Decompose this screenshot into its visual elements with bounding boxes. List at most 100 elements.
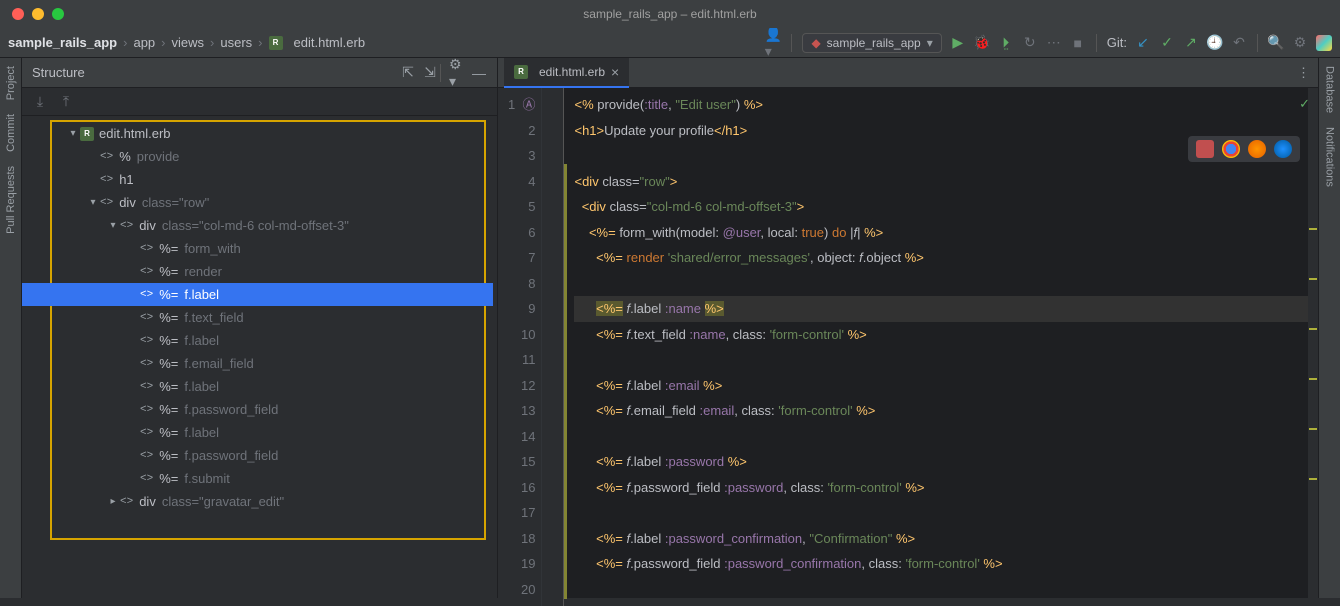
git-label: Git: [1107, 35, 1127, 50]
code-content[interactable]: <% provide(:title, "Edit user") %><h1>Up… [564, 88, 1318, 606]
tab-edit-html-erb[interactable]: edit.html.erb × [504, 58, 629, 88]
line-number-gutter[interactable]: 1 Ⓐ234567891011121314151617181920 [498, 88, 542, 606]
structure-node[interactable]: <>%provide [22, 145, 493, 168]
panel-settings-icon[interactable]: ⚙ ▾ [449, 65, 465, 81]
breadcrumb-item[interactable]: app [133, 35, 155, 50]
structure-tree[interactable]: ▾edit.html.erb<>%provide<>h1▾<>divclass=… [22, 116, 497, 519]
code-line[interactable]: <%= f.password_field :password_confirmat… [574, 551, 1318, 577]
error-stripe[interactable] [1308, 88, 1318, 606]
debug-icon[interactable]: 🐞 [974, 35, 990, 51]
structure-node[interactable]: <>%=f.label [22, 283, 493, 306]
code-line[interactable] [574, 271, 1318, 297]
git-commit-icon[interactable]: ✓ [1159, 35, 1175, 51]
structure-node[interactable]: <>%=f.submit [22, 467, 493, 490]
tab-more-icon[interactable]: ⋮ [1297, 65, 1310, 81]
structure-node[interactable]: <>%=render [22, 260, 493, 283]
code-line[interactable]: <div class="row"> [574, 169, 1318, 195]
close-window-icon[interactable] [12, 8, 24, 20]
autoscroll-from-source-icon[interactable]: ⤒ [58, 94, 74, 110]
coverage-icon[interactable]: ⏵̤ [998, 35, 1014, 51]
traffic-lights [0, 8, 64, 20]
structure-node[interactable]: <>%=f.text_field [22, 306, 493, 329]
collapse-all-icon[interactable]: ⇲ [422, 65, 438, 81]
structure-node[interactable]: ▸<>divclass="gravatar_edit" [22, 490, 493, 513]
fold-gutter[interactable] [542, 88, 564, 606]
structure-node[interactable]: <>%=f.label [22, 421, 493, 444]
minimize-window-icon[interactable] [32, 8, 44, 20]
breadcrumb-file[interactable]: edit.html.erb [294, 35, 366, 50]
tool-pull-requests[interactable]: Pull Requests [5, 166, 17, 234]
structure-subheader: ⤓ ⤒ [22, 88, 497, 116]
structure-node[interactable]: ▾<>divclass="row" [22, 191, 493, 214]
code-line[interactable]: <%= f.text_field :name, class: 'form-con… [574, 322, 1318, 348]
user-icon[interactable]: 👤▾ [765, 35, 781, 51]
window-title: sample_rails_app – edit.html.erb [583, 7, 756, 21]
profile-icon[interactable]: ↻ [1022, 35, 1038, 51]
code-line[interactable]: <% provide(:title, "Edit user") %> [574, 92, 1318, 118]
code-line[interactable]: <%= f.label :password_confirmation, "Con… [574, 526, 1318, 552]
code-area[interactable]: 1 Ⓐ234567891011121314151617181920 <% pro… [498, 88, 1318, 606]
run-config-label: sample_rails_app [827, 36, 921, 50]
ide-logo-icon[interactable] [1316, 35, 1332, 51]
code-line[interactable]: <%= f.label :email %> [574, 373, 1318, 399]
git-rollback-icon[interactable]: ↶ [1231, 35, 1247, 51]
code-line[interactable]: <%= f.label :password %> [574, 449, 1318, 475]
change-marker [564, 164, 567, 599]
structure-node[interactable]: <>%=f.password_field [22, 398, 493, 421]
run-configuration[interactable]: ◆ sample_rails_app ▾ [802, 33, 941, 53]
structure-header: Structure ⇱ ⇲ ⚙ ▾ — [22, 58, 497, 88]
git-push-icon[interactable]: ↗ [1183, 35, 1199, 51]
close-tab-icon[interactable]: × [611, 64, 619, 80]
firefox-icon[interactable] [1248, 140, 1266, 158]
autoscroll-to-source-icon[interactable]: ⤓ [32, 94, 48, 110]
structure-node[interactable]: <>h1 [22, 168, 493, 191]
structure-panel: Structure ⇱ ⇲ ⚙ ▾ — ⤓ ⤒ ▾edit.html.erb<>… [22, 58, 498, 598]
editor-tabs: edit.html.erb × ⋮ [498, 58, 1318, 88]
expand-all-icon[interactable]: ⇱ [400, 65, 416, 81]
structure-node[interactable]: <>%=f.label [22, 329, 493, 352]
code-line[interactable]: <%= render 'shared/error_messages', obje… [574, 245, 1318, 271]
tool-notifications[interactable]: Notifications [1324, 127, 1336, 187]
breadcrumb-root[interactable]: sample_rails_app [8, 35, 117, 50]
code-line[interactable] [574, 500, 1318, 526]
settings-icon[interactable]: ⚙ [1292, 35, 1308, 51]
structure-node[interactable]: <>%=form_with [22, 237, 493, 260]
code-line[interactable]: <%= f.password_field :password, class: '… [574, 475, 1318, 501]
git-update-icon[interactable]: ↙ [1135, 35, 1151, 51]
editor: edit.html.erb × ⋮ 1 Ⓐ2345678910111213141… [498, 58, 1318, 598]
code-line[interactable] [574, 577, 1318, 603]
tab-label: edit.html.erb [539, 65, 605, 79]
erb-file-icon [80, 127, 94, 141]
attach-icon[interactable]: ⋯ [1046, 35, 1062, 51]
titlebar: sample_rails_app – edit.html.erb [0, 0, 1340, 28]
run-icon[interactable]: ▶ [950, 35, 966, 51]
tool-commit[interactable]: Commit [5, 114, 17, 152]
stop-icon[interactable]: ■ [1070, 35, 1086, 51]
hide-panel-icon[interactable]: — [471, 65, 487, 81]
breadcrumb-item[interactable]: users [220, 35, 252, 50]
code-line[interactable]: <div class="col-md-6 col-md-offset-3"> [574, 194, 1318, 220]
code-line[interactable] [574, 424, 1318, 450]
tool-project[interactable]: Project [5, 66, 17, 100]
breadcrumbs[interactable]: sample_rails_app › app › views › users ›… [8, 35, 365, 50]
tool-database[interactable]: Database [1324, 66, 1336, 113]
safari-icon[interactable] [1274, 140, 1292, 158]
chrome-icon[interactable] [1222, 140, 1240, 158]
zoom-window-icon[interactable] [52, 8, 64, 20]
code-line[interactable]: <%= form_with(model: @user, local: true)… [574, 220, 1318, 246]
structure-node[interactable]: ▾edit.html.erb [22, 122, 493, 145]
breadcrumb-item[interactable]: views [172, 35, 205, 50]
git-history-icon[interactable]: 🕘 [1207, 35, 1223, 51]
structure-title: Structure [32, 65, 85, 80]
structure-node[interactable]: <>%=f.label [22, 375, 493, 398]
structure-node[interactable]: <>%=f.password_field [22, 444, 493, 467]
browser-preview-icons [1188, 136, 1300, 162]
rubymine-preview-icon[interactable] [1196, 140, 1214, 158]
code-line[interactable]: <%= f.email_field :email, class: 'form-c… [574, 398, 1318, 424]
search-icon[interactable]: 🔍 [1268, 35, 1284, 51]
structure-node[interactable]: ▾<>divclass="col-md-6 col-md-offset-3" [22, 214, 493, 237]
code-line[interactable] [574, 347, 1318, 373]
code-line[interactable]: <%= f.label :name %> [574, 296, 1318, 322]
structure-node[interactable]: <>%=f.email_field [22, 352, 493, 375]
left-tool-strip: Project Commit Pull Requests [0, 58, 22, 598]
